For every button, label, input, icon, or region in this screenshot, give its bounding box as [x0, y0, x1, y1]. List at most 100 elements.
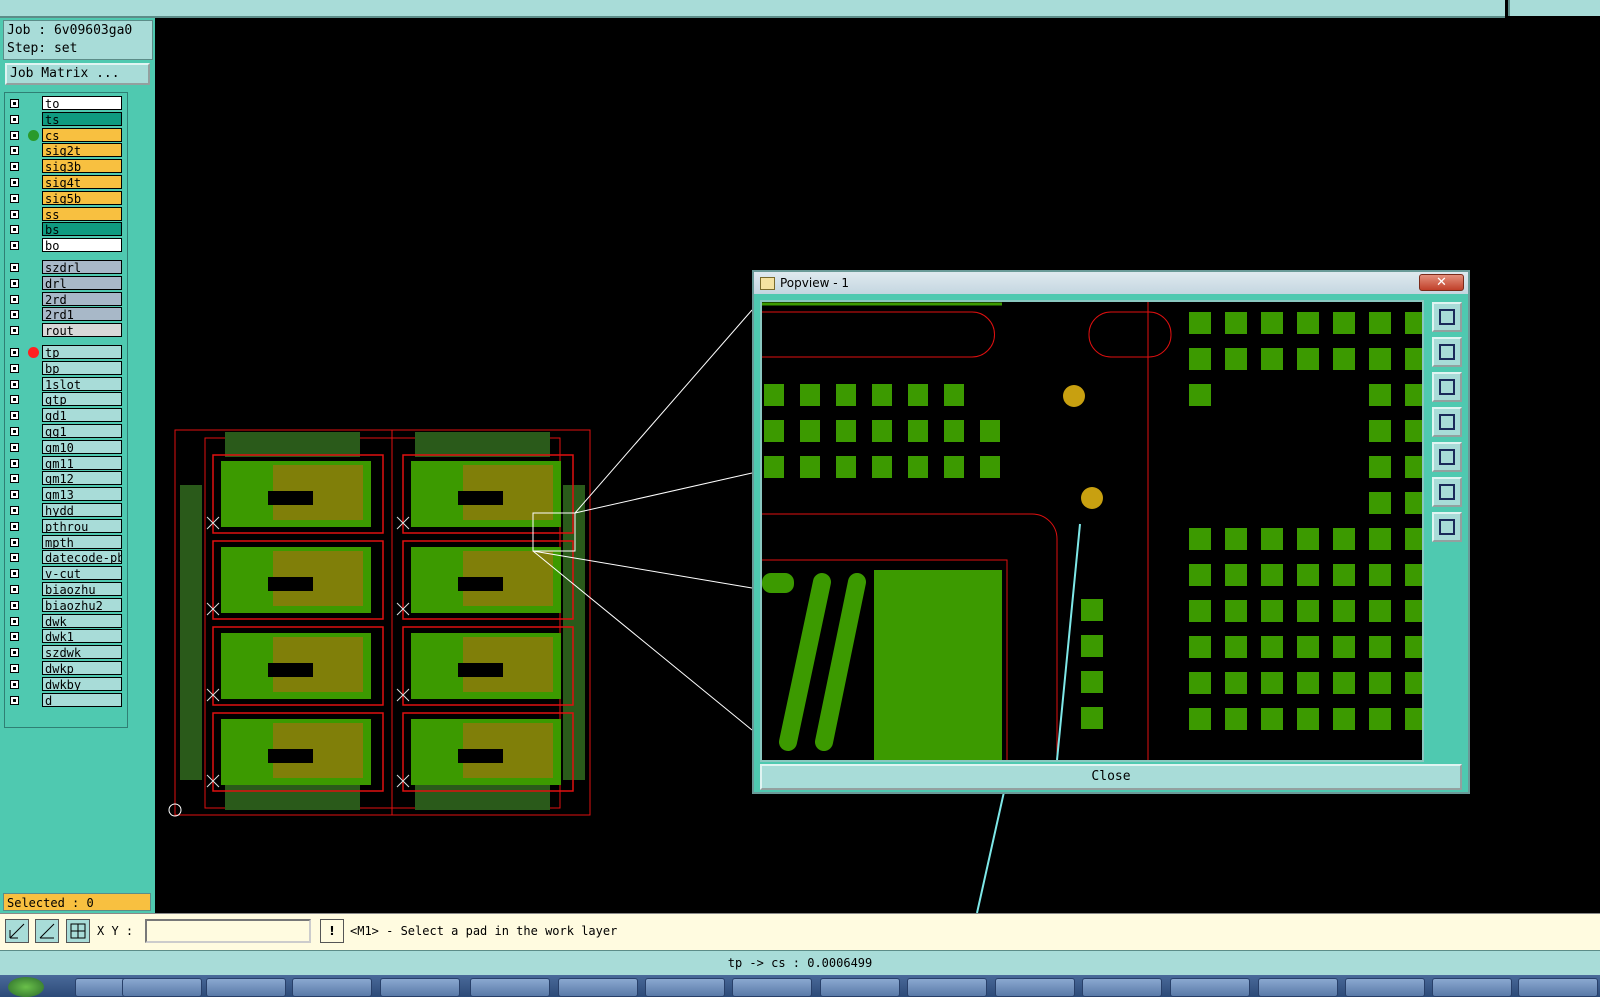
taskbar-app-button[interactable] — [820, 978, 900, 997]
layer-checkbox[interactable] — [10, 209, 19, 219]
layer-name[interactable]: drl — [42, 275, 122, 290]
grid-button[interactable] — [66, 919, 90, 943]
layer-name[interactable]: sig5b — [42, 190, 122, 205]
popview-canvas[interactable] — [760, 300, 1424, 762]
layer-row-dwkby[interactable]: dwkby — [7, 676, 123, 692]
layer-checkbox[interactable] — [10, 225, 19, 235]
pan-right-button[interactable] — [1432, 442, 1462, 472]
layer-name[interactable]: gm11 — [42, 455, 122, 470]
pan-up-button[interactable] — [1432, 337, 1462, 367]
layer-name[interactable]: biaozhu2 — [42, 597, 122, 612]
layer-row-ts[interactable]: ts — [7, 111, 123, 127]
layer-row-dwk1[interactable]: dwk1 — [7, 629, 123, 644]
layer-name[interactable]: pthrou — [42, 518, 122, 533]
popview-close-button[interactable]: Close — [760, 764, 1462, 790]
layer-checkbox[interactable] — [10, 363, 19, 373]
layer-row-ss[interactable]: ss — [7, 206, 123, 222]
layer-checkbox[interactable] — [10, 99, 19, 108]
layer-row-1slot[interactable]: 1slot — [7, 376, 123, 392]
layer-name[interactable]: bs — [42, 222, 122, 237]
layer-checkbox[interactable] — [10, 537, 19, 547]
layer-name[interactable]: gtp — [42, 392, 122, 407]
pan-left-button[interactable] — [1432, 407, 1462, 437]
layer-row-dwk[interactable]: dwk — [7, 613, 123, 629]
layer-checkbox[interactable] — [10, 241, 19, 251]
layer-checkbox[interactable] — [10, 664, 19, 673]
layer-row-to[interactable]: to — [7, 96, 123, 111]
layer-name[interactable]: sig4t — [42, 175, 122, 189]
layer-checkbox[interactable] — [10, 490, 19, 500]
pan-down-button[interactable] — [1432, 372, 1462, 402]
layer-checkbox[interactable] — [10, 130, 19, 140]
layer-row-biaozhu[interactable]: biaozhu — [7, 582, 123, 597]
zoom-home-button[interactable] — [1432, 477, 1462, 507]
taskbar-app-button[interactable] — [1170, 978, 1250, 997]
taskbar-app-button[interactable] — [1518, 978, 1598, 997]
layer-name[interactable]: ss — [42, 206, 122, 221]
layer-checkbox[interactable] — [10, 506, 19, 515]
layer-row-dwkp[interactable]: dwkp — [7, 661, 123, 676]
layer-checkbox[interactable] — [10, 632, 19, 642]
layer-name[interactable]: tp — [42, 345, 122, 359]
layer-name[interactable]: dwkp — [42, 661, 122, 675]
layer-row-biaozhu2[interactable]: biaozhu2 — [7, 597, 123, 613]
layer-checkbox[interactable] — [10, 178, 19, 187]
layer-checkbox[interactable] — [10, 427, 19, 436]
layer-row-sig5b[interactable]: sig5b — [7, 190, 123, 206]
layer-name[interactable]: sig2t — [42, 143, 122, 158]
layer-name[interactable]: d — [42, 692, 122, 707]
taskbar-app-button[interactable] — [995, 978, 1075, 997]
layer-checkbox[interactable] — [10, 114, 19, 124]
layer-name[interactable]: bp — [42, 360, 122, 375]
layer-row-2rd[interactable]: 2rd — [7, 291, 123, 307]
layer-name[interactable]: szdrl — [42, 260, 122, 274]
layer-checkbox[interactable] — [10, 616, 19, 626]
layer-checkbox[interactable] — [10, 569, 19, 579]
start-button[interactable] — [8, 977, 44, 997]
layer-checkbox[interactable] — [10, 146, 19, 156]
layer-checkbox[interactable] — [10, 310, 19, 320]
xy-input[interactable] — [145, 919, 311, 943]
layer-row-d[interactable]: d — [7, 692, 123, 708]
layer-row-bp[interactable]: bp — [7, 360, 123, 376]
taskbar-app-button[interactable] — [292, 978, 372, 997]
layer-name[interactable]: datecode-pbe — [42, 550, 122, 565]
taskbar-app-button[interactable] — [1345, 978, 1425, 997]
layer-checkbox[interactable] — [10, 521, 19, 531]
layer-name[interactable]: 2rd1 — [42, 307, 122, 322]
layer-name[interactable]: mpth — [42, 534, 122, 549]
layer-checkbox[interactable] — [10, 326, 19, 336]
layer-name[interactable]: szdwk — [42, 645, 122, 660]
layer-row-mpth[interactable]: mpth — [7, 534, 123, 550]
layer-row-sig4t[interactable]: sig4t — [7, 175, 123, 190]
layer-name[interactable]: rout — [42, 323, 122, 338]
layer-checkbox[interactable] — [10, 648, 19, 658]
layer-name[interactable]: dwk1 — [42, 629, 122, 644]
layer-name[interactable]: 2rd — [42, 291, 122, 306]
layer-row-gm11[interactable]: gm11 — [7, 455, 123, 471]
taskbar-app-button[interactable] — [1258, 978, 1338, 997]
taskbar-app-button[interactable] — [907, 978, 987, 997]
layer-name[interactable]: gm13 — [42, 487, 122, 502]
layer-name[interactable]: gm10 — [42, 439, 122, 454]
taskbar-app-button[interactable] — [558, 978, 638, 997]
layer-row-sig3b[interactable]: sig3b — [7, 159, 123, 174]
layer-row-hydd[interactable]: hydd — [7, 503, 123, 518]
popview-titlebar[interactable]: Popview - 1 ✕ — [754, 272, 1468, 294]
layer-checkbox[interactable] — [10, 278, 19, 288]
layer-row-cs[interactable]: cs — [7, 127, 123, 143]
taskbar-app-button[interactable] — [1432, 978, 1512, 997]
zoom-out-button[interactable] — [1432, 512, 1462, 542]
layer-name[interactable]: biaozhu — [42, 582, 122, 596]
job-matrix-button[interactable]: Job Matrix ... — [5, 63, 150, 85]
taskbar-app-button[interactable] — [645, 978, 725, 997]
taskbar-app-button[interactable] — [1082, 978, 1162, 997]
taskbar-app-button[interactable] — [206, 978, 286, 997]
layer-row-bs[interactable]: bs — [7, 222, 123, 237]
taskbar-app-button[interactable] — [122, 978, 202, 997]
layer-name[interactable]: bo — [42, 238, 122, 253]
layer-row-v-cut[interactable]: v-cut — [7, 566, 123, 581]
close-window-button[interactable]: ✕ — [1419, 274, 1464, 291]
layer-checkbox[interactable] — [10, 162, 19, 172]
layer-row-szdwk[interactable]: szdwk — [7, 645, 123, 660]
